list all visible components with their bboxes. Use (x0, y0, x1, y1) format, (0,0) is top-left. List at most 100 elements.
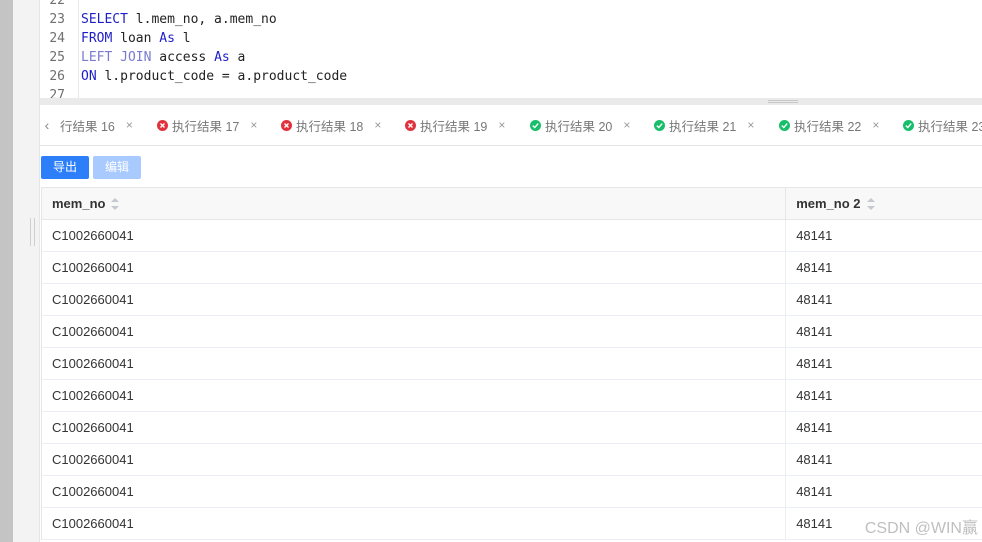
tab-result-16[interactable]: 行结果 16 × (60, 105, 133, 145)
close-icon[interactable]: × (250, 118, 257, 132)
table-cell[interactable]: 48141 (786, 412, 982, 443)
tab-result-23[interactable]: 执行结果 23 (903, 105, 982, 145)
watermark: CSDN @WIN赢 (864, 520, 978, 537)
table-cell[interactable]: C1002660041 (42, 476, 787, 507)
line-number: 26 (49, 69, 65, 84)
table-cell[interactable]: C1002660041 (42, 508, 787, 539)
table-cell[interactable]: 48141 (786, 284, 982, 315)
table-cell[interactable]: C1002660041 (42, 412, 787, 443)
code-text: access (151, 50, 215, 65)
close-icon[interactable]: × (498, 118, 505, 132)
table-cell[interactable]: C1002660041 (42, 444, 787, 475)
line-numbers: 22 23 24 25 26 27 (40, 0, 74, 98)
table-cell[interactable]: 48141 (786, 348, 982, 379)
sort-icon[interactable] (866, 197, 875, 210)
panel-resize-gutter[interactable] (13, 0, 40, 542)
drag-handle-icon[interactable] (768, 100, 798, 103)
export-button[interactable]: 导出 (41, 156, 90, 179)
table-cell[interactable]: C1002660041 (42, 284, 787, 315)
table-row[interactable]: C1002660041 48141 (42, 316, 982, 348)
success-icon (779, 119, 790, 131)
result-tabs: ‹ 行结果 16 × 执行结果 17 × 执行结果 18 × 执行结果 19 ×… (40, 105, 982, 146)
line-number: 25 (49, 50, 65, 65)
code-text: l (174, 31, 191, 46)
table-row[interactable]: C1002660041 48141 (42, 348, 982, 380)
tab-result-19[interactable]: 执行结果 19 × (405, 105, 505, 145)
tab-label: 执行结果 18 (296, 119, 364, 134)
close-icon[interactable]: × (623, 118, 630, 132)
tab-label: 行结果 16 (60, 119, 115, 134)
column-header-label: mem_no (52, 196, 106, 211)
sql-keyword: FROM (81, 31, 113, 46)
code-text: l.product_code = a.product_code (96, 69, 348, 84)
table-row[interactable]: C1002660041 48141 (42, 380, 982, 412)
table-row[interactable]: C1002660041 48141 (42, 476, 982, 508)
table-cell[interactable]: 48141 (786, 476, 982, 507)
results-table: mem_no mem_no 2 C1002660041 48141 C1002660… (41, 187, 982, 540)
table-cell[interactable]: 48141 (786, 252, 982, 283)
code-line[interactable]: FROM loan As l (81, 29, 982, 48)
table-row[interactable]: C1002660041 48141 (42, 444, 982, 476)
table-row[interactable]: C1002660041 48141 (42, 284, 982, 316)
table-cell[interactable]: 48141 (786, 380, 982, 411)
code-line-blank[interactable] (81, 0, 982, 10)
table-cell[interactable]: 48141 (786, 220, 982, 251)
close-icon[interactable]: × (374, 118, 381, 132)
sql-keyword: SELECT (81, 12, 128, 27)
tab-label: 执行结果 21 (669, 119, 737, 134)
table-cell[interactable]: 48141 (786, 444, 982, 475)
sort-icon[interactable] (111, 197, 120, 210)
code-line[interactable]: SELECT l.mem_no, a.mem_no (81, 10, 982, 29)
code-text: loan (112, 31, 160, 46)
table-row[interactable]: C1002660041 48141 (42, 220, 982, 252)
error-icon (157, 119, 168, 131)
left-rail (0, 0, 13, 542)
close-icon[interactable]: × (872, 118, 879, 132)
code-text: l.mem_no, a.mem_no (127, 12, 277, 27)
tab-result-20[interactable]: 执行结果 20 × (530, 105, 630, 145)
sql-editor[interactable]: 22 23 24 25 26 27 SELECT l.mem_no, a.mem… (40, 0, 982, 98)
table-cell[interactable]: C1002660041 (42, 252, 787, 283)
close-icon[interactable]: × (126, 118, 133, 132)
table-cell[interactable]: C1002660041 (42, 348, 787, 379)
line-number: 22 (49, 0, 65, 8)
line-number: 27 (49, 88, 65, 98)
column-header-mem-no[interactable]: mem_no (42, 188, 787, 219)
sql-keyword: As (159, 31, 175, 46)
success-icon (903, 119, 914, 131)
table-cell[interactable]: C1002660041 (42, 316, 787, 347)
edit-button[interactable]: 编辑 (93, 156, 142, 179)
error-icon (281, 119, 292, 131)
tab-label: 执行结果 20 (545, 119, 613, 134)
grip-icon[interactable] (30, 218, 35, 246)
sql-keyword: ON (81, 69, 97, 84)
code-line[interactable]: ON l.product_code = a.product_code (81, 67, 982, 86)
code-area[interactable]: SELECT l.mem_no, a.mem_no FROM loan As l… (81, 0, 982, 86)
table-cell[interactable]: C1002660041 (42, 220, 787, 251)
column-header-mem-no-2[interactable]: mem_no 2 (786, 188, 982, 219)
code-text: a (229, 50, 246, 65)
table-row[interactable]: C1002660041 48141 (42, 412, 982, 444)
success-icon (530, 119, 541, 131)
chevron-left-icon[interactable]: ‹ (40, 105, 54, 145)
success-icon (654, 119, 665, 131)
tab-result-18[interactable]: 执行结果 18 × (281, 105, 381, 145)
tab-result-17[interactable]: 执行结果 17 × (157, 105, 257, 145)
table-row[interactable]: C1002660041 48141 (42, 508, 982, 540)
editor-results-splitter[interactable] (40, 98, 982, 105)
line-number: 24 (49, 31, 65, 46)
tab-label: 执行结果 22 (794, 119, 862, 134)
tab-label: 执行结果 19 (420, 119, 488, 134)
sql-keyword: As (214, 50, 230, 65)
tab-result-21[interactable]: 执行结果 21 × (654, 105, 754, 145)
tab-result-22[interactable]: 执行结果 22 × (779, 105, 879, 145)
error-icon (405, 119, 416, 131)
line-number: 23 (49, 12, 65, 27)
table-cell[interactable]: 48141 (786, 316, 982, 347)
table-row[interactable]: C1002660041 48141 (42, 252, 982, 284)
table-cell[interactable]: C1002660041 (42, 380, 787, 411)
tab-label: 执行结果 23 (918, 119, 982, 134)
close-icon[interactable]: × (747, 118, 754, 132)
sql-keyword: LEFT JOIN (81, 50, 152, 65)
code-line[interactable]: LEFT JOIN access As a (81, 48, 982, 67)
